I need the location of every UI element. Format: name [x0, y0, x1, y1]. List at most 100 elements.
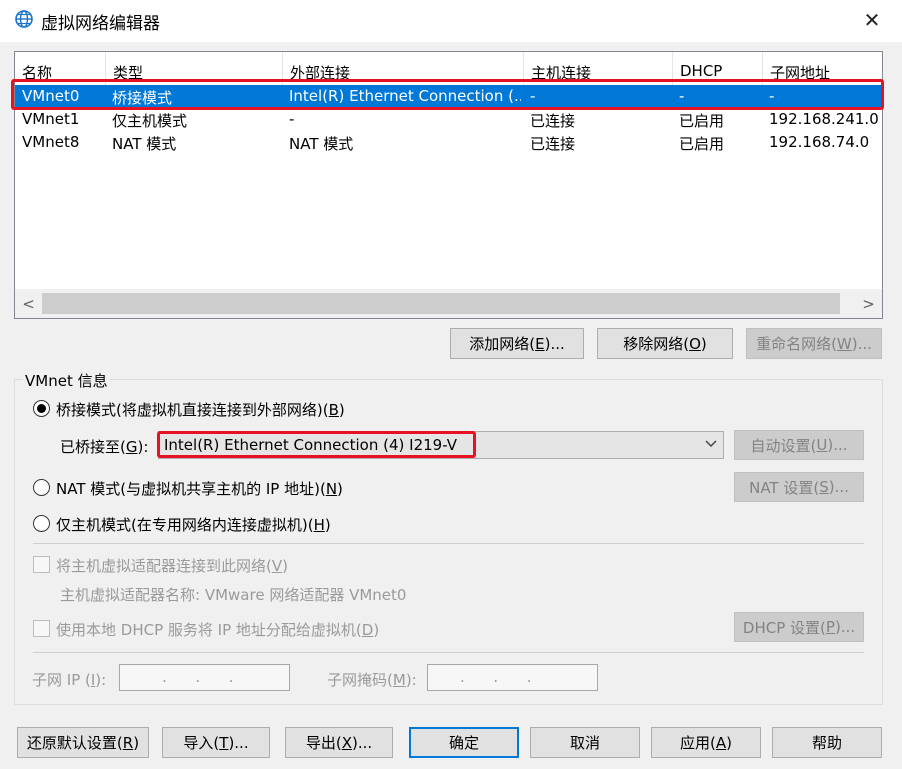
subnet-ip-label: 子网 IP (I):: [32, 669, 106, 690]
add-network-button[interactable]: 添加网络(E)...: [450, 328, 584, 359]
column-header-dhcp[interactable]: DHCP: [673, 52, 763, 86]
import-button[interactable]: 导入(T)...: [162, 727, 270, 758]
horizontal-scrollbar[interactable]: < >: [15, 289, 882, 318]
group-title: VMnet 信息: [23, 370, 110, 391]
column-header-type[interactable]: 类型: [106, 52, 283, 86]
bridged-adapter-value: Intel(R) Ethernet Connection (4) I219-V: [164, 436, 457, 454]
list-header: 名称 类型 外部连接 主机连接 DHCP 子网地址: [15, 52, 882, 86]
host-only-label[interactable]: 仅主机模式(在专用网络内连接虚拟机)(H): [56, 514, 331, 535]
use-dhcp-label[interactable]: 使用本地 DHCP 服务将 IP 地址分配给虚拟机(D): [56, 619, 379, 640]
cell-host: 已连接: [530, 112, 576, 130]
subnet-ip-text: 子网 IP (: [32, 671, 91, 689]
nat-settings-key: S: [819, 478, 829, 496]
cell-type: NAT 模式: [112, 135, 177, 153]
cell-subnet: -: [769, 87, 775, 105]
cell-dhcp: -: [679, 87, 685, 105]
cell-name: VMnet1: [22, 110, 80, 128]
rename-network-button[interactable]: 重命名网络(W)...: [746, 328, 882, 359]
dhcp-settings-suffix: )...: [834, 618, 856, 636]
nat-mode-label[interactable]: NAT 模式(与虚拟机共享主机的 IP 地址)(N): [56, 478, 343, 499]
import-key: T: [219, 733, 229, 752]
connect-adapter-checkbox[interactable]: [33, 556, 50, 573]
adapter-name-text: 主机虚拟适配器名称: VMware 网络适配器 VMnet0: [60, 586, 407, 604]
subnet-ip-input[interactable]: . . .: [119, 664, 290, 691]
cell-host: -: [530, 87, 536, 105]
scroll-right-icon[interactable]: >: [855, 289, 882, 318]
export-suffix: )...: [351, 733, 373, 752]
cell-name: VMnet8: [22, 133, 80, 151]
bridged-mode-label[interactable]: 桥接模式(将虚拟机直接连接到外部网络)(B): [56, 399, 345, 420]
nat-mode-radio[interactable]: [33, 479, 50, 496]
bridged-to-text: 已桥接至(: [60, 438, 126, 456]
rename-network-suffix: )...: [851, 334, 872, 353]
column-header-host[interactable]: 主机连接: [524, 52, 673, 86]
nat-settings-button[interactable]: NAT 设置(S)...: [734, 472, 864, 502]
add-network-suffix: )...: [544, 334, 565, 353]
apply-key: A: [715, 733, 727, 752]
scrollbar-thumb[interactable]: [42, 293, 840, 314]
vmnet-info-group: [14, 379, 883, 705]
cell-dhcp: 已启用: [679, 112, 725, 130]
cell-external: -: [289, 110, 295, 128]
add-network-label: 添加网络(: [469, 335, 536, 353]
window-title: 虚拟网络编辑器: [41, 14, 160, 34]
column-header-external[interactable]: 外部连接: [283, 52, 524, 86]
apply-button[interactable]: 应用(A): [651, 727, 761, 758]
subnet-mask-placeholder: . . .: [460, 668, 532, 686]
restore-defaults-button[interactable]: 还原默认设置(R): [17, 727, 149, 758]
network-list[interactable]: 名称 类型 外部连接 主机连接 DHCP 子网地址 VMnet0 桥接模式 In…: [14, 51, 883, 319]
restore-label: 还原默认设置(: [26, 734, 123, 752]
dhcp-settings-key: P: [825, 618, 835, 636]
export-label: 导出(: [305, 734, 342, 752]
subnet-mask-input[interactable]: . . .: [427, 664, 598, 691]
restore-key: R: [122, 733, 134, 752]
bridged-adapter-select[interactable]: Intel(R) Ethernet Connection (4) I219-V: [158, 431, 724, 459]
nat-mode-text: NAT 模式(与虚拟机共享主机的 IP 地址)(: [56, 480, 326, 498]
rename-network-key: W: [836, 334, 852, 353]
cell-name: VMnet0: [22, 87, 80, 105]
column-header-subnet[interactable]: 子网地址: [763, 52, 882, 86]
auto-settings-button[interactable]: 自动设置(U)...: [734, 430, 864, 460]
nat-settings-suffix: )...: [828, 478, 849, 496]
cell-type: 桥接模式: [112, 89, 173, 107]
auto-settings-key: U: [816, 436, 828, 454]
connect-adapter-suffix: ): [282, 557, 288, 575]
remove-network-suffix: ): [700, 334, 707, 353]
subnet-mask-suffix: ):: [405, 671, 417, 689]
auto-settings-suffix: )...: [827, 436, 848, 454]
host-only-key: H: [313, 516, 325, 534]
separator: [33, 652, 864, 653]
bridged-mode-key: B: [328, 401, 339, 419]
host-only-radio[interactable]: [33, 515, 50, 532]
ok-button[interactable]: 确定: [409, 727, 519, 758]
export-button[interactable]: 导出(X)...: [285, 727, 393, 758]
table-row[interactable]: VMnet1 仅主机模式 - 已连接 已启用 192.168.241.0: [15, 108, 882, 131]
restore-suffix: ): [133, 733, 140, 752]
import-label: 导入(: [183, 734, 220, 752]
cancel-button[interactable]: 取消: [530, 727, 640, 758]
bridged-to-label: 已桥接至(G):: [60, 436, 148, 457]
bridged-mode-radio[interactable]: [33, 400, 50, 417]
subnet-mask-text: 子网掩码(: [327, 671, 393, 689]
use-dhcp-checkbox[interactable]: [33, 620, 50, 637]
scroll-left-icon[interactable]: <: [15, 289, 42, 318]
bridged-to-key: G: [125, 438, 138, 456]
rename-network-label: 重命名网络(: [756, 335, 837, 353]
table-row[interactable]: VMnet8 NAT 模式 NAT 模式 已连接 已启用 192.168.74.…: [15, 131, 882, 154]
dhcp-settings-button[interactable]: DHCP 设置(P)...: [734, 612, 864, 642]
connect-adapter-label[interactable]: 将主机虚拟适配器连接到此网络(V): [56, 555, 288, 576]
remove-network-key: O: [689, 334, 701, 353]
help-button[interactable]: 帮助: [772, 727, 882, 758]
close-button[interactable]: ✕: [858, 6, 886, 34]
cell-type: 仅主机模式: [112, 112, 188, 130]
table-row[interactable]: VMnet0 桥接模式 Intel(R) Ethernet Connection…: [15, 85, 882, 108]
host-only-text: 仅主机模式(在专用网络内连接虚拟机)(: [56, 516, 314, 534]
subnet-mask-key: M: [392, 671, 406, 689]
cell-host: 已连接: [530, 135, 576, 153]
nat-mode-key: N: [325, 480, 338, 498]
remove-network-button[interactable]: 移除网络(O): [597, 328, 733, 359]
nat-settings-label: NAT 设置(: [749, 478, 820, 497]
nat-mode-suffix: ): [337, 480, 343, 498]
apply-label: 应用(: [680, 734, 716, 752]
column-header-name[interactable]: 名称: [15, 52, 106, 86]
